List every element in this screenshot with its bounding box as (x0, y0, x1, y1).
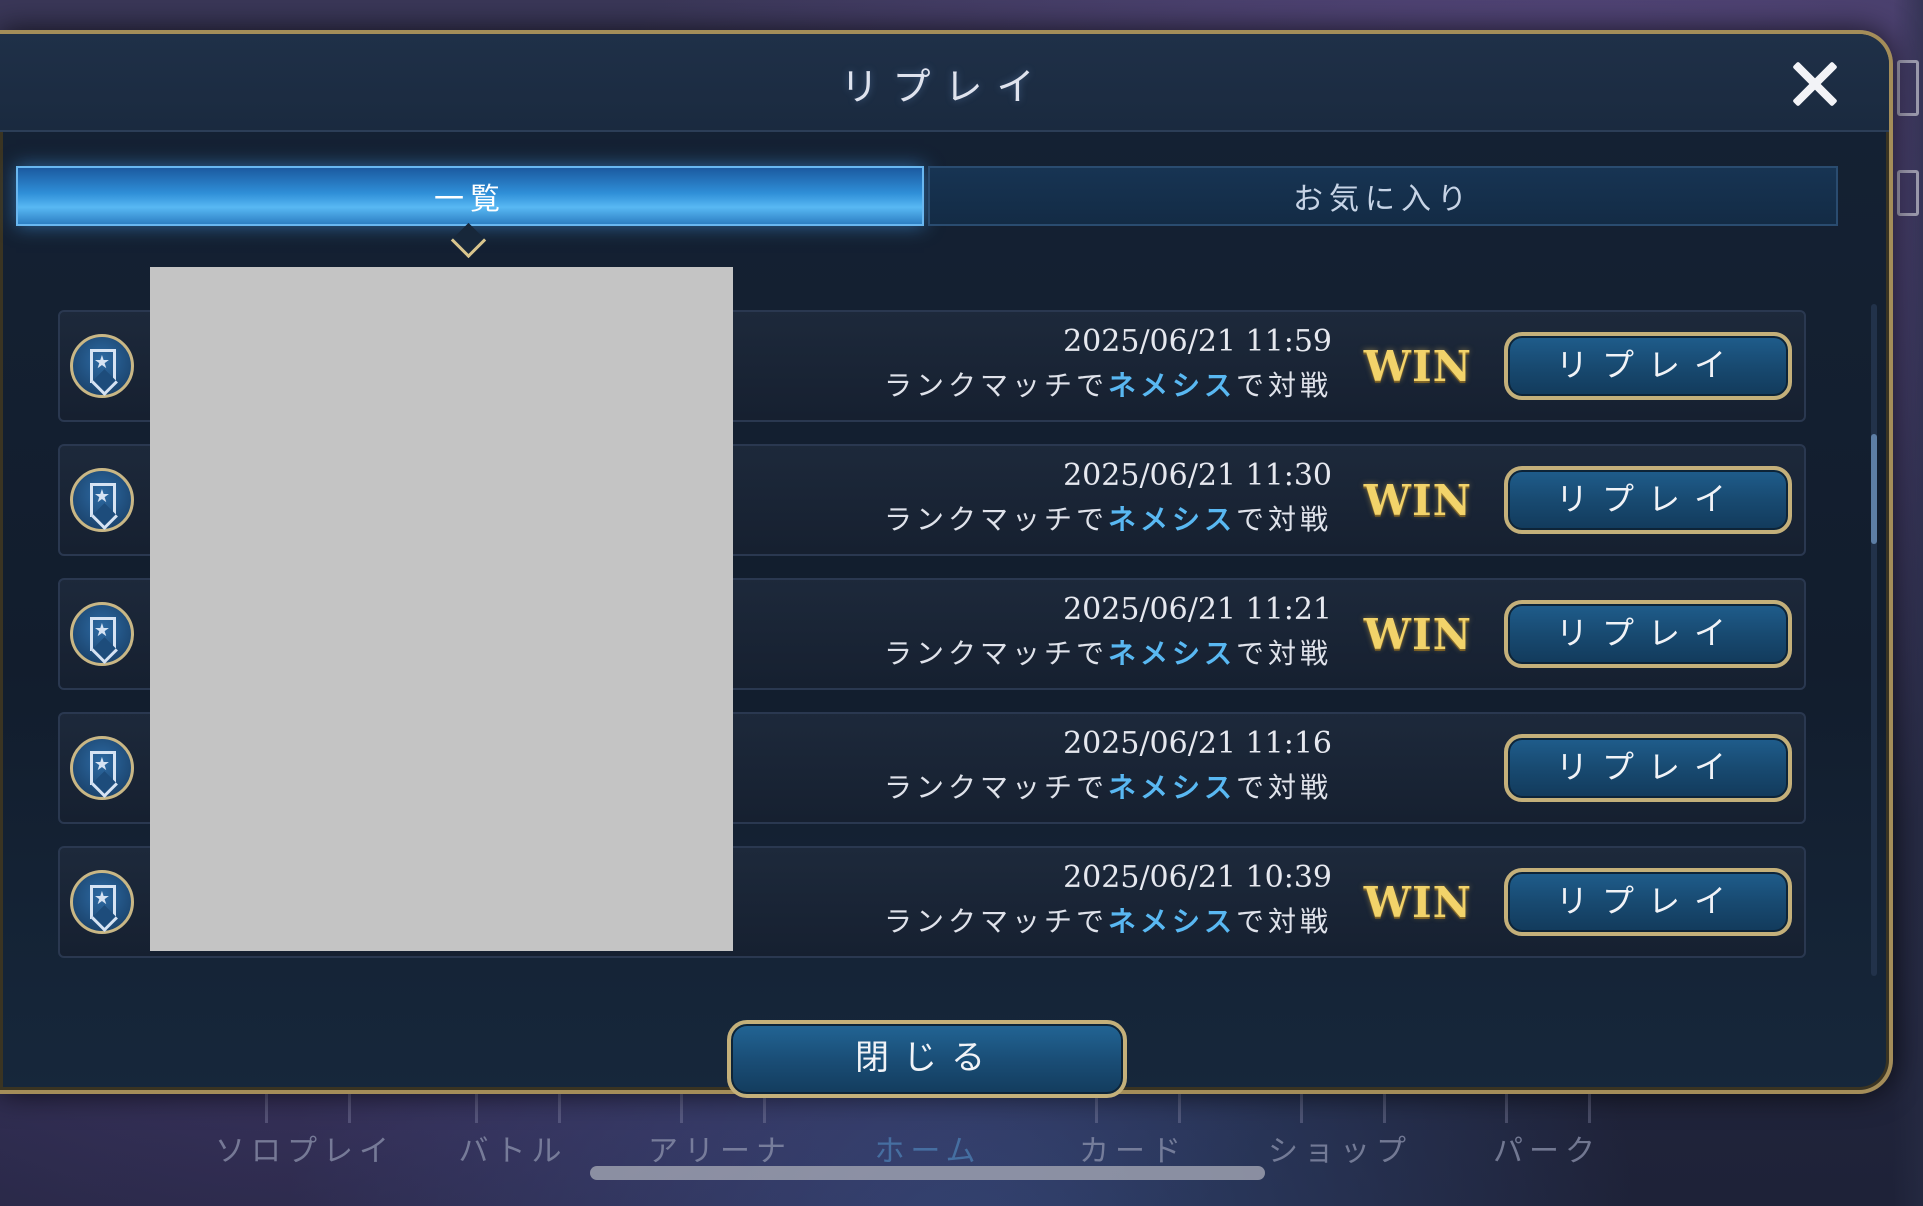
replay-info: 2025/06/21 11:30 ランクマッチでネメシスで対戦 (884, 454, 1332, 542)
class-name: ネメシス (1107, 637, 1236, 670)
replay-info: 2025/06/21 10:39 ランクマッチでネメシスで対戦 (884, 856, 1332, 944)
active-tab-pointer (450, 222, 487, 259)
replay-description: ランクマッチでネメシスで対戦 (884, 498, 1332, 542)
replay-button[interactable]: リプレイ (1504, 734, 1792, 802)
close-icon[interactable] (1787, 56, 1843, 112)
replay-description: ランクマッチでネメシスで対戦 (884, 900, 1332, 944)
redacted-area (150, 267, 733, 951)
desc-prefix: ランクマッチで (883, 637, 1108, 670)
menu-icon (1897, 60, 1919, 116)
replay-button[interactable]: リプレイ (1504, 868, 1792, 936)
class-name: ネメシス (1107, 905, 1236, 938)
modal-title: リプレイ (840, 65, 1049, 109)
replay-button[interactable]: リプレイ (1504, 332, 1792, 400)
result-badge: WIN (1363, 878, 1472, 927)
class-name: ネメシス (1107, 369, 1236, 402)
replay-info: 2025/06/21 11:21 ランクマッチでネメシスで対戦 (884, 588, 1332, 676)
result-badge: WIN (1363, 476, 1472, 525)
replay-button[interactable]: リプレイ (1504, 466, 1792, 534)
replay-description: ランクマッチでネメシスで対戦 (884, 632, 1332, 676)
replay-date: 2025/06/21 10:39 (1063, 860, 1332, 895)
favorite-bookmark-icon[interactable]: ★ (70, 334, 134, 398)
nav-item-shop: ショップ (1268, 1134, 1412, 1169)
desc-prefix: ランクマッチで (883, 905, 1108, 938)
result-badge: WIN (1363, 342, 1472, 391)
replay-info: 2025/06/21 11:59 ランクマッチでネメシスで対戦 (884, 320, 1332, 408)
favorite-bookmark-icon[interactable]: ★ (70, 602, 134, 666)
home-indicator (590, 1166, 1265, 1180)
favorite-bookmark-icon[interactable]: ★ (70, 468, 134, 532)
favorite-bookmark-icon[interactable]: ★ (70, 870, 134, 934)
nav-item-card: カード (1079, 1134, 1187, 1169)
star-icon: ★ (93, 620, 111, 641)
list-scrollbar[interactable] (1871, 304, 1877, 976)
nav-item-battle: バトル (458, 1134, 568, 1169)
tab-list-label: 一覧 (434, 182, 506, 217)
desc-suffix: で対戦 (1235, 503, 1332, 536)
close-button[interactable]: 閉じる (727, 1020, 1127, 1098)
star-icon: ★ (93, 754, 111, 775)
scroll-thumb[interactable] (1871, 434, 1877, 544)
star-icon: ★ (93, 486, 111, 507)
nav-item-park: パーク (1493, 1134, 1601, 1169)
modal-header: リプレイ (0, 34, 1889, 132)
replay-date: 2025/06/21 11:21 (1063, 592, 1332, 627)
desc-prefix: ランクマッチで (883, 369, 1108, 402)
class-name: ネメシス (1107, 503, 1236, 536)
edge-icon (1897, 170, 1919, 216)
tab-bar: 一覧 お気に入り (16, 166, 1838, 226)
star-icon: ★ (93, 888, 111, 909)
nav-item-solo-play: ソロプレイ (215, 1134, 395, 1169)
replay-date: 2025/06/21 11:30 (1063, 458, 1332, 493)
tab-favorites-label: お気に入り (1293, 182, 1473, 217)
nav-item-home: ホーム (874, 1134, 982, 1169)
class-name: ネメシス (1107, 771, 1236, 804)
favorite-bookmark-icon[interactable]: ★ (70, 736, 134, 800)
replay-date: 2025/06/21 11:59 (1063, 324, 1332, 359)
background-right-edge (1893, 0, 1923, 1206)
star-icon: ★ (93, 352, 111, 373)
nav-item-arena: アリーナ (648, 1134, 792, 1169)
replay-date: 2025/06/21 11:16 (1063, 726, 1332, 761)
tab-favorites[interactable]: お気に入り (928, 166, 1838, 226)
replay-button[interactable]: リプレイ (1504, 600, 1792, 668)
desc-suffix: で対戦 (1235, 771, 1332, 804)
desc-suffix: で対戦 (1235, 369, 1332, 402)
desc-suffix: で対戦 (1235, 905, 1332, 938)
desc-suffix: で対戦 (1235, 637, 1332, 670)
desc-prefix: ランクマッチで (883, 503, 1108, 536)
replay-info: 2025/06/21 11:16 ランクマッチでネメシスで対戦 (884, 722, 1332, 810)
replay-description: ランクマッチでネメシスで対戦 (884, 364, 1332, 408)
tab-list[interactable]: 一覧 (16, 166, 924, 226)
replay-description: ランクマッチでネメシスで対戦 (884, 766, 1332, 810)
result-badge: WIN (1363, 610, 1472, 659)
desc-prefix: ランクマッチで (883, 771, 1108, 804)
